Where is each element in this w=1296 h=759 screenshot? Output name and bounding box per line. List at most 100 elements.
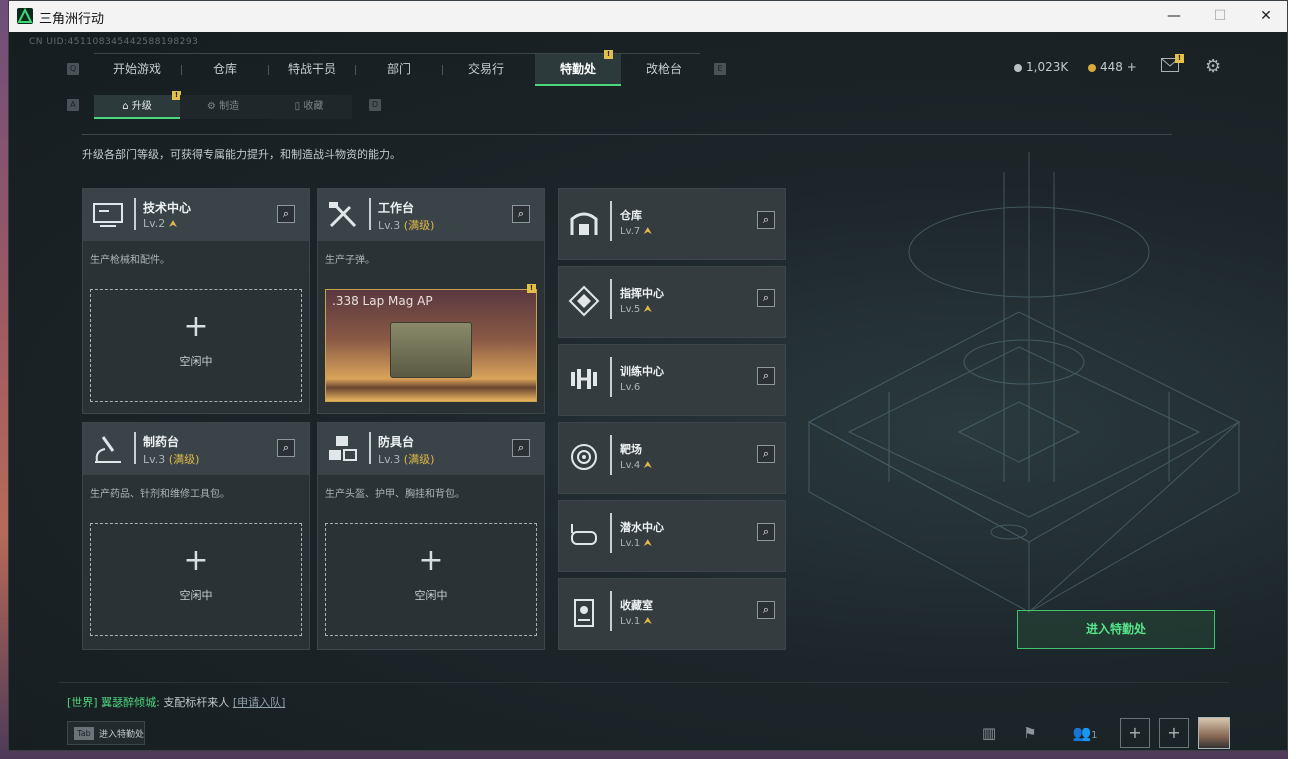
card-level-value: Lv.2 [143,217,166,230]
search-icon[interactable]: ⌕ [512,205,530,223]
minimize-button[interactable]: — [1151,1,1197,32]
production-slot-active[interactable]: .338 Lap Mag AP [325,289,537,402]
tab-hint-label: 进入特勤处 [99,730,145,740]
tab-department[interactable]: 部门 [356,54,442,86]
friends-icon: 👥 [1072,724,1092,742]
settings-gear-icon[interactable]: ⚙ [1205,56,1221,77]
tab-gunsmith[interactable]: 改枪台 [621,54,707,86]
facility-level-value: Lv.7 [620,226,641,237]
facility-diving-center[interactable]: 潜水中心 Lv.1 ⮝ ⌕ [558,500,786,572]
tab-warehouse[interactable]: 仓库 [182,54,268,86]
facility-level-value: Lv.1 [620,538,641,549]
product-name: .338 Lap Mag AP [332,294,433,308]
search-icon[interactable]: ⌕ [757,211,775,229]
upgrade-available-icon: ⮝ [643,538,652,549]
avatar[interactable] [1198,717,1230,749]
nav-right-key-hint: E [714,63,726,75]
desktop-window-behind [1288,0,1296,759]
facility-training-center[interactable]: 训练中心 Lv.6 ⌕ [558,344,786,416]
collection-icon [568,597,600,629]
max-level-tag: (满级) [168,453,200,466]
search-icon[interactable]: ⌕ [757,601,775,619]
production-slot-empty[interactable]: + 空闲中 [90,289,302,402]
facility-shooting-range[interactable]: 靶场 Lv.4 ⮝ ⌕ [558,422,786,494]
chat-text: 支配标杆来人 [163,696,230,709]
tab-start-game[interactable]: 开始游戏 [94,54,180,86]
subtab-craft[interactable]: ⚙ 制造 [180,95,266,119]
search-icon[interactable]: ⌕ [757,367,775,385]
search-icon[interactable]: ⌕ [757,289,775,307]
silver-currency[interactable]: 1,023K [1014,60,1068,74]
subtab-upgrade[interactable]: ⌂ 升级 [94,95,180,119]
card-level: Lv.2 ⮝ [143,217,177,230]
world-chat-message[interactable]: [世界] 翼瑟醉倾城: 支配标杆来人 [申请入队] [67,694,285,710]
card-pharmacy[interactable]: 制药台 Lv.3 (满级) ⌕ 生产药品、针剂和维修工具包。 + 空闲中 [82,422,310,650]
subtab-collection[interactable]: ▯ 收藏 [266,95,352,119]
max-level-tag: (满级) [403,453,435,466]
base-wireframe-illustration [807,152,1241,613]
slot-status: 空闲中 [179,589,213,602]
facility-name: 训练中心 [620,365,664,378]
card-description: 生产枪械和配件。 [90,255,170,266]
plus-icon: + [418,543,444,578]
divider [82,134,1172,135]
enter-special-ops-button[interactable]: 进入特勤处 [1017,610,1215,649]
search-icon[interactable]: ⌕ [757,445,775,463]
maximize-button[interactable]: ☐ [1197,1,1243,32]
tab-trading[interactable]: 交易行 [443,54,529,86]
card-armor-bench[interactable]: 防具台 Lv.3 (满级) ⌕ 生产头盔、护甲、胸挂和背包。 + 空闲中 [317,422,545,650]
max-level-tag: (满级) [403,219,435,232]
card-header: 技术中心 Lv.2 ⮝ ⌕ [83,189,309,241]
facility-collection-room[interactable]: 收藏室 Lv.1 ⮝ ⌕ [558,578,786,650]
card-description: 生产药品、针剂和维修工具包。 [90,489,230,500]
plus-icon: + [183,309,209,344]
facility-level-value: Lv.5 [620,304,641,315]
search-icon[interactable]: ⌕ [512,439,530,457]
upgrade-icon: ⌂ [122,101,132,112]
search-icon[interactable]: ⌕ [277,205,295,223]
command-icon [568,285,600,317]
player-uid: CN UID:451108345442588198293 [29,37,199,47]
microscope-icon [91,433,125,465]
header-divider [610,279,612,319]
search-icon[interactable]: ⌕ [757,523,775,541]
header-divider [134,432,136,464]
upgrade-available-icon: ⮝ [168,219,178,230]
production-slot-empty[interactable]: + 空闲中 [90,523,302,636]
game-window: 三角洲行动 — ☐ ✕ CN UID:451108345442588198293… [8,0,1288,751]
join-team-link[interactable]: [申请入队] [233,696,286,709]
subtab-upgrade-label: 升级 [131,101,152,112]
production-slot-empty[interactable]: + 空闲中 [325,523,537,636]
subtab-left-key-hint: A [67,99,79,111]
friends-button[interactable]: 👥1 [1065,719,1105,747]
facility-name: 指挥中心 [620,287,664,300]
facility-name: 靶场 [620,443,642,456]
facility-level: Lv.7 ⮝ [620,226,652,237]
gold-amount: 448 + [1100,60,1137,74]
header-divider [610,591,612,631]
invite-slot-button[interactable]: + [1120,718,1150,748]
product-alert-badge: ! [527,284,536,293]
invite-slot-button[interactable]: + [1159,718,1189,748]
plus-icon: + [183,543,209,578]
facility-command-center[interactable]: 指挥中心 Lv.5 ⮝ ⌕ [558,266,786,338]
slot-status: 空闲中 [414,589,448,602]
tab-operators[interactable]: 特战干员 [269,54,355,86]
chat-user: 翼瑟醉倾城: [101,696,160,709]
gold-currency[interactable]: 448 + [1088,60,1137,74]
nav-left-key-hint: Q [67,63,79,75]
card-level: Lv.3 (满级) [143,451,199,467]
facility-storage[interactable]: 仓库 Lv.7 ⮝ ⌕ [558,188,786,260]
card-level-value: Lv.3 [378,219,401,232]
storage-icon [568,207,600,239]
page-description: 升级各部门等级，可获得专属能力提升，和制造战斗物资的能力。 [82,148,401,161]
header-divider [134,198,136,230]
gold-coin-icon [1088,64,1096,72]
tab-shortcut-hint[interactable]: Tab 进入特勤处 [67,721,145,745]
close-button[interactable]: ✕ [1243,1,1287,32]
flag-icon[interactable]: ⚑ [1015,719,1045,747]
card-tech-center[interactable]: 技术中心 Lv.2 ⮝ ⌕ 生产枪械和配件。 + 空闲中 [82,188,310,414]
stats-chart-icon[interactable]: ▥ [974,719,1004,747]
card-workbench[interactable]: 工作台 Lv.3 (满级) ⌕ 生产子弹。 .338 Lap Mag AP ! [317,188,545,414]
search-icon[interactable]: ⌕ [277,439,295,457]
